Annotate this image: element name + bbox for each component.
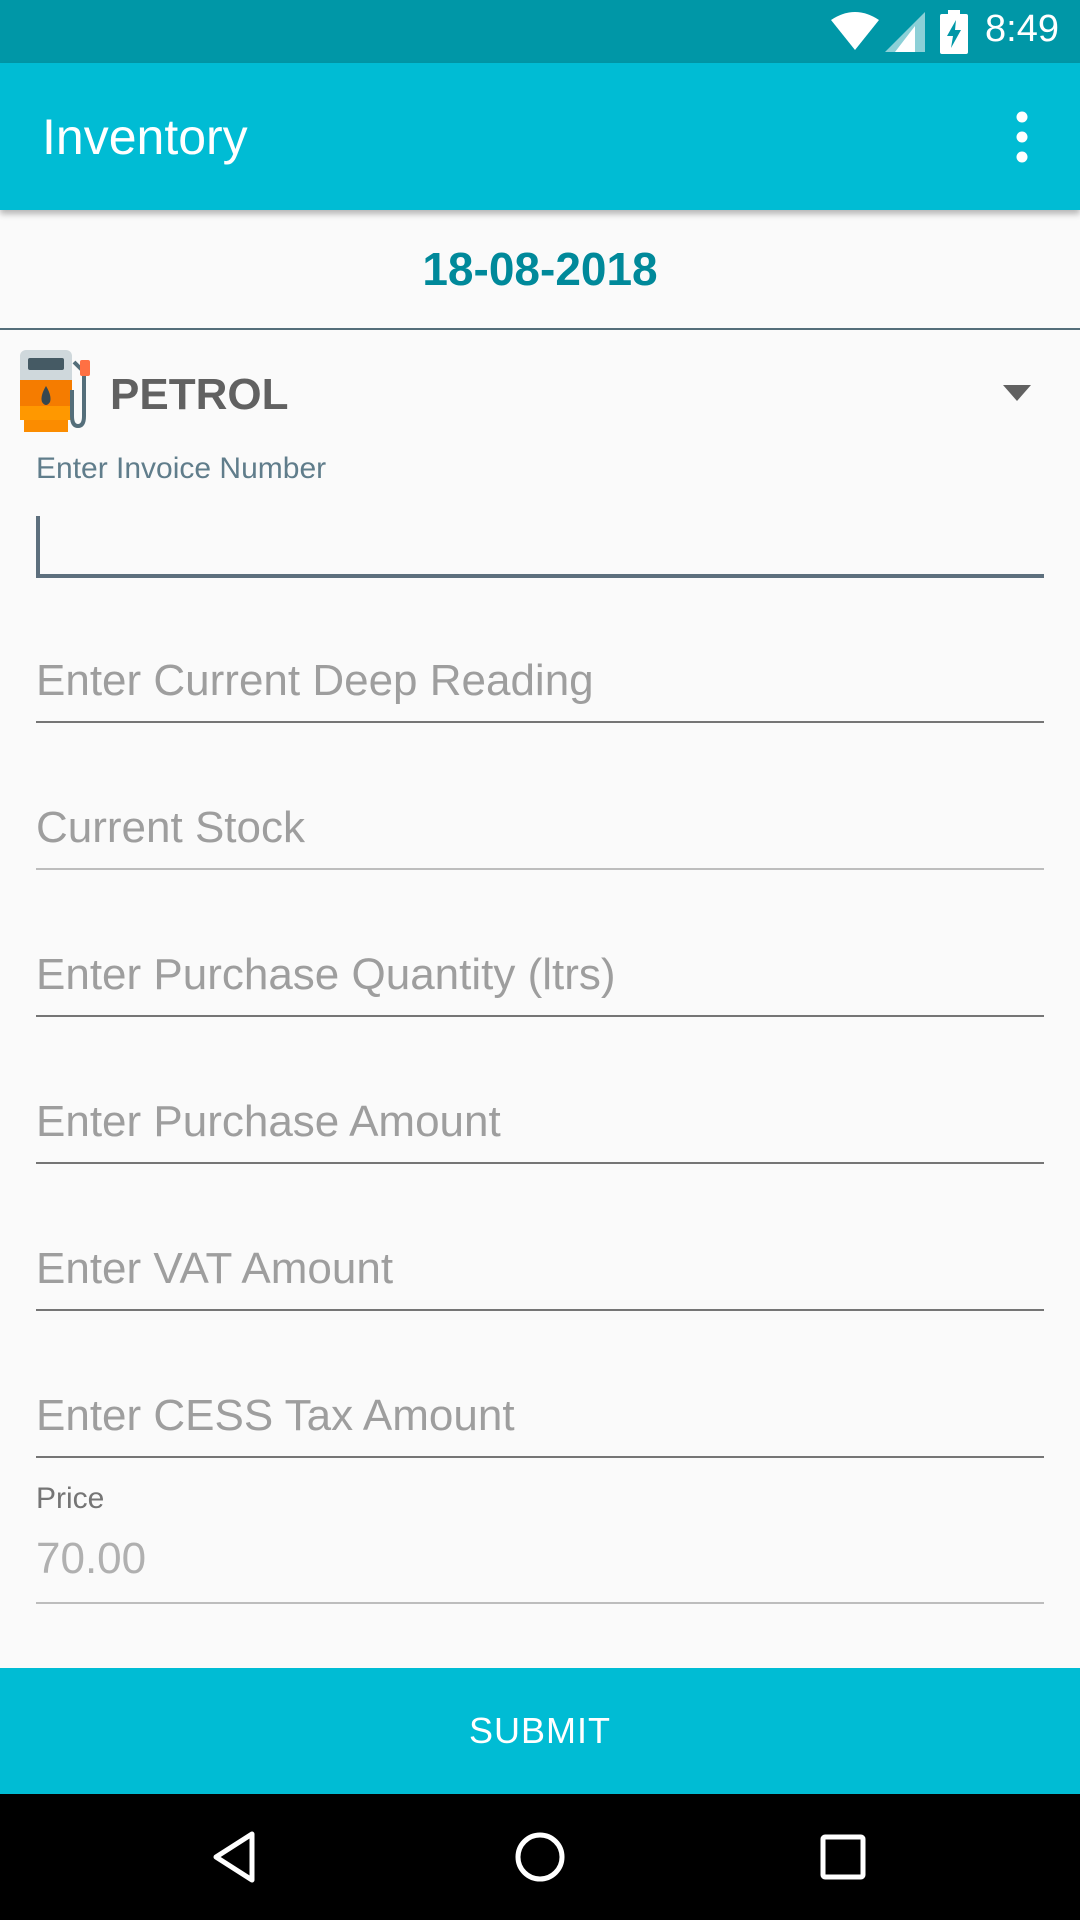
deep-reading-placeholder: Enter Current Deep Reading [36,656,594,705]
current-stock-field[interactable]: Current Stock [36,797,1044,870]
current-stock-placeholder: Current Stock [36,803,305,852]
deep-reading-underline [36,721,1044,723]
purchase-quantity-field[interactable]: Enter Purchase Quantity (ltrs) [36,944,1044,1017]
arrow-drop-down-icon [1003,385,1031,401]
home-icon[interactable] [505,1822,575,1892]
cess-tax-amount-underline [36,1456,1044,1458]
more-vert-icon[interactable] [1000,107,1044,167]
purchase-amount-field[interactable]: Enter Purchase Amount [36,1091,1044,1164]
purchase-amount-underline [36,1162,1044,1164]
purchase-quantity-placeholder: Enter Purchase Quantity (ltrs) [36,950,616,999]
inventory-screen: 8:49 Inventory 18-08-2018 PETROL Enter I… [0,0,1080,1920]
submit-button[interactable]: SUBMIT [0,1668,1080,1794]
cell-signal-icon [885,12,925,52]
price-underline [36,1602,1044,1604]
invoice-number-label: Enter Invoice Number [36,452,327,485]
date-text[interactable]: 18-08-2018 [0,242,1080,296]
navigation-bar [0,1794,1080,1920]
fuel-pump-icon [20,350,90,432]
price-label: Price [36,1482,105,1515]
current-stock-underline [36,868,1044,870]
back-icon[interactable] [200,1822,270,1892]
price-field: Price 70.00 [36,1480,1044,1604]
app-bar: Inventory [0,63,1080,210]
invoice-number-field[interactable]: Enter Invoice Number [36,450,1044,578]
battery-charging-icon [940,10,968,54]
recents-icon[interactable] [808,1822,878,1892]
vat-amount-placeholder: Enter VAT Amount [36,1244,394,1293]
deep-reading-field[interactable]: Enter Current Deep Reading [36,650,1044,723]
status-bar: 8:49 [0,0,1080,63]
vat-amount-underline [36,1309,1044,1311]
price-value: 70.00 [36,1534,147,1583]
date-header: 18-08-2018 [0,210,1080,330]
fuel-type-label: PETROL [110,370,289,419]
purchase-quantity-underline [36,1015,1044,1017]
purchase-amount-placeholder: Enter Purchase Amount [36,1097,501,1146]
fuel-type-spinner[interactable]: PETROL [0,330,1080,440]
vat-amount-field[interactable]: Enter VAT Amount [36,1238,1044,1311]
wifi-icon [831,12,879,50]
invoice-number-underline [36,574,1044,578]
app-title: Inventory [42,109,248,165]
status-time: 8:49 [985,8,1059,50]
text-cursor [36,516,40,576]
cess-tax-amount-field[interactable]: Enter CESS Tax Amount [36,1385,1044,1458]
cess-tax-amount-placeholder: Enter CESS Tax Amount [36,1391,515,1440]
